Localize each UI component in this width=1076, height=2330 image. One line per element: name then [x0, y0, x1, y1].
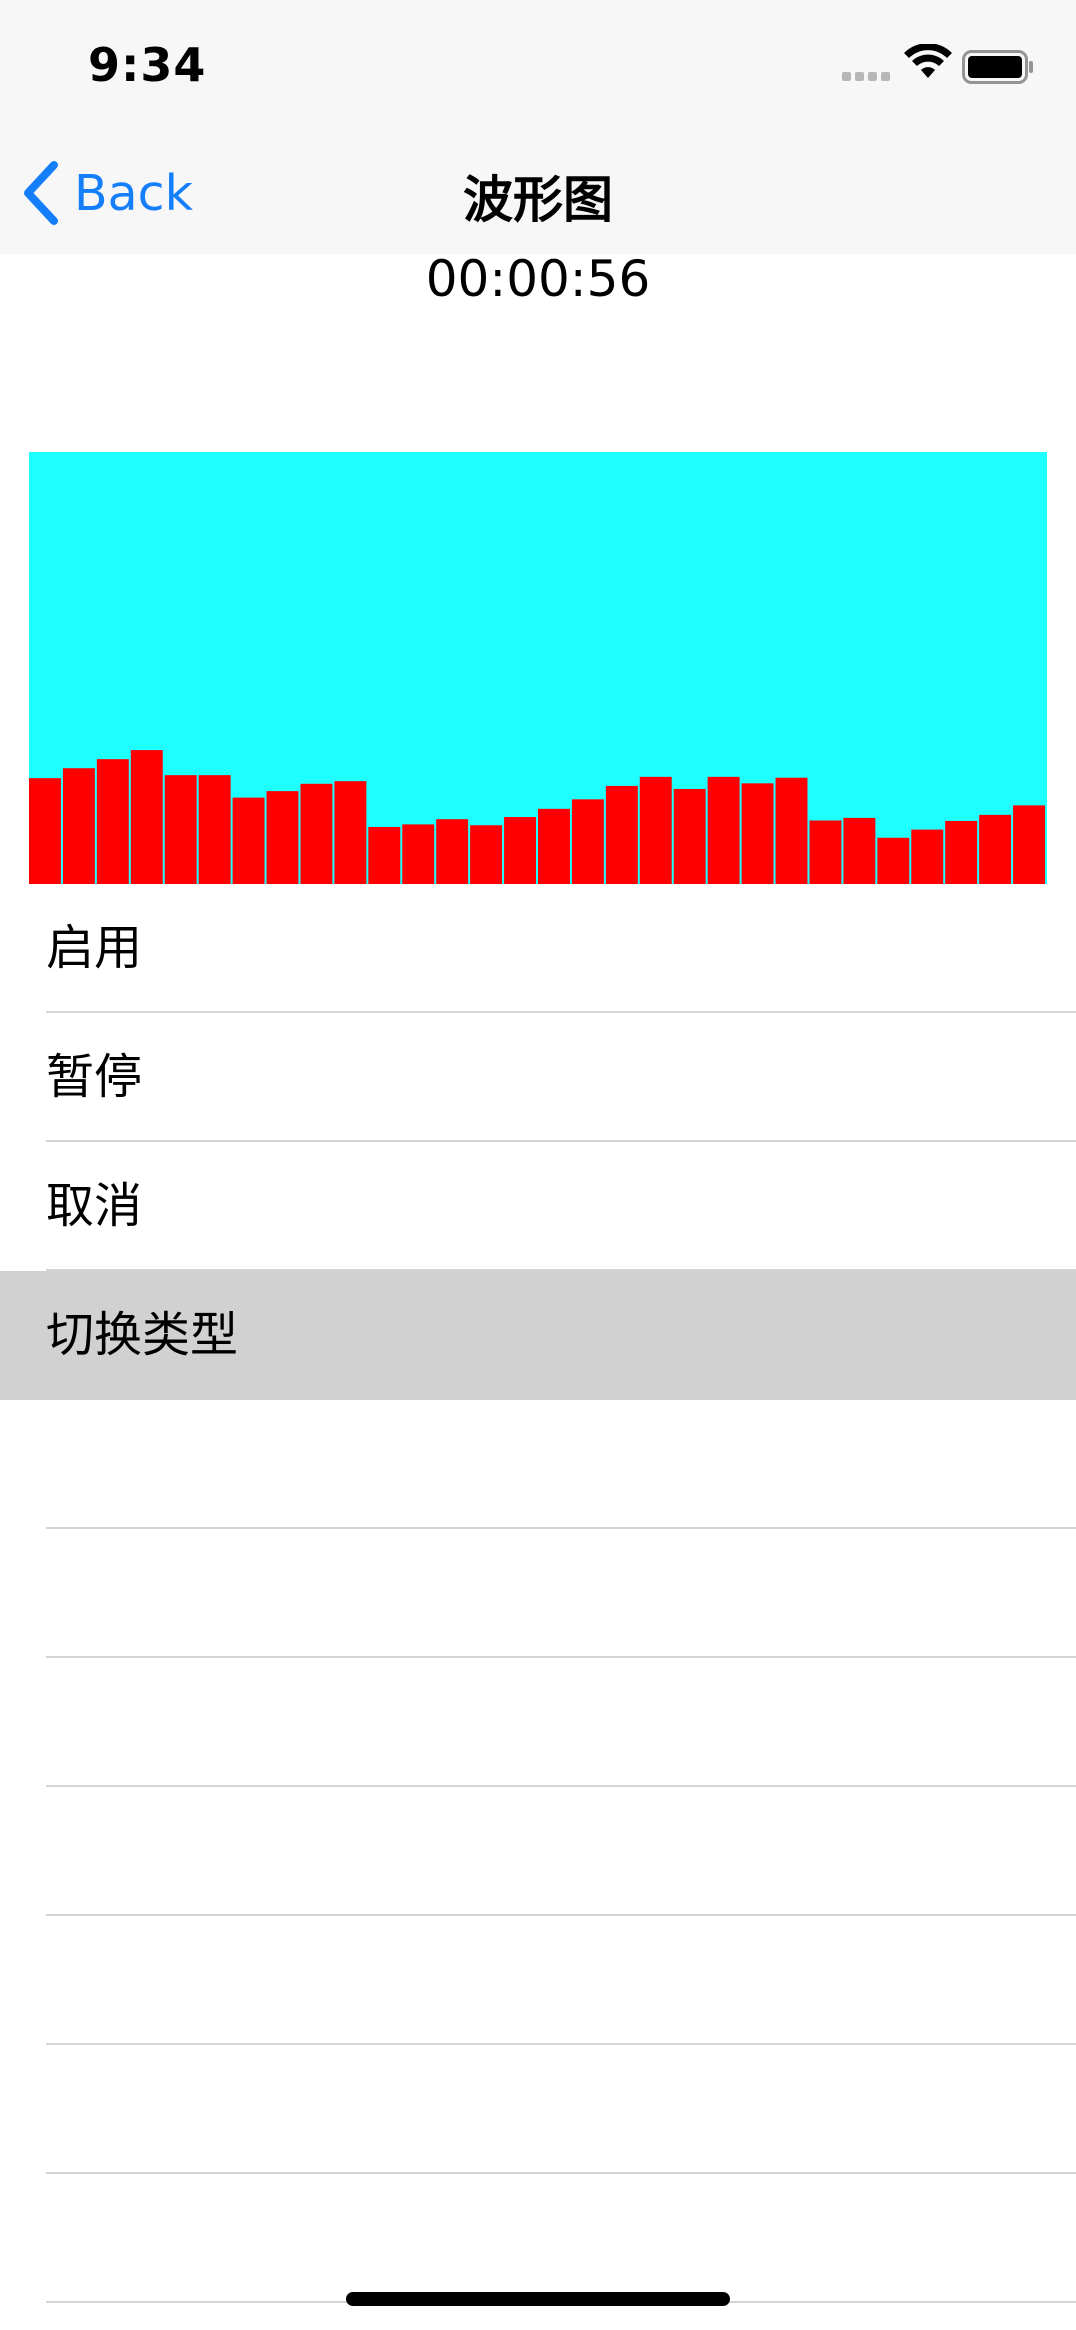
waveform-bar [436, 819, 469, 884]
waveform-view [29, 452, 1047, 884]
waveform-bar [198, 775, 231, 884]
waveform-chart [29, 750, 1045, 884]
waveform-bar [1013, 805, 1045, 884]
waveform-bar [741, 783, 774, 884]
list-item-label: 暂停 [46, 1049, 143, 1105]
waveform-bar [707, 776, 740, 884]
list-item[interactable] [0, 2174, 1076, 2303]
waveform-bar [402, 824, 435, 884]
list-item-label: 启用 [46, 920, 143, 976]
list-item[interactable] [0, 1658, 1076, 1787]
status-time: 9:34 [88, 38, 207, 92]
list-item-label: 切换类型 [46, 1307, 239, 1363]
wifi-icon [904, 43, 952, 80]
list-item-label: 取消 [46, 1178, 143, 1234]
home-indicator[interactable] [346, 2292, 730, 2306]
waveform-bar [877, 837, 910, 884]
waveform-bar [266, 791, 299, 884]
waveform-bar [843, 817, 876, 884]
waveform-bar [130, 750, 163, 884]
waveform-bar [775, 777, 808, 884]
list-item[interactable] [0, 1529, 1076, 1658]
waveform-bar [911, 829, 944, 884]
list-item[interactable] [0, 2045, 1076, 2174]
waveform-bar [62, 768, 95, 884]
waveform-bar [945, 820, 978, 884]
navigation-bar: Back 波形图 [0, 130, 1076, 254]
list-item[interactable] [0, 1916, 1076, 2045]
waveform-bar [96, 759, 129, 884]
cellular-signal-icon [842, 72, 892, 82]
list-item[interactable]: 取消 [0, 1142, 1076, 1271]
waveform-bar [164, 775, 197, 884]
waveform-bar [605, 785, 638, 884]
status-bar: 9:34 [0, 0, 1076, 130]
waveform-bar [538, 808, 570, 884]
list-item[interactable]: 切换类型 [0, 1271, 1076, 1400]
elapsed-time: 00:00:56 [425, 250, 651, 308]
action-list: 启用暂停取消切换类型 [0, 884, 1076, 2303]
list-item[interactable]: 启用 [0, 884, 1076, 1013]
waveform-bar [673, 788, 706, 884]
waveform-bar [334, 781, 367, 884]
page-title: 波形图 [463, 171, 613, 229]
waveform-bar [300, 783, 333, 884]
waveform-bar [571, 799, 604, 884]
waveform-bar [232, 797, 265, 884]
waveform-bar [470, 825, 503, 884]
list-item[interactable] [0, 1787, 1076, 1916]
battery-icon [962, 50, 1034, 84]
waveform-bar [979, 814, 1012, 884]
waveform-bar [29, 778, 61, 884]
waveform-bar [368, 826, 401, 884]
waveform-bar [809, 820, 842, 884]
waveform-bar [639, 776, 672, 884]
waveform-bar [504, 817, 536, 884]
list-item[interactable] [0, 1400, 1076, 1529]
list-item[interactable]: 暂停 [0, 1013, 1076, 1142]
